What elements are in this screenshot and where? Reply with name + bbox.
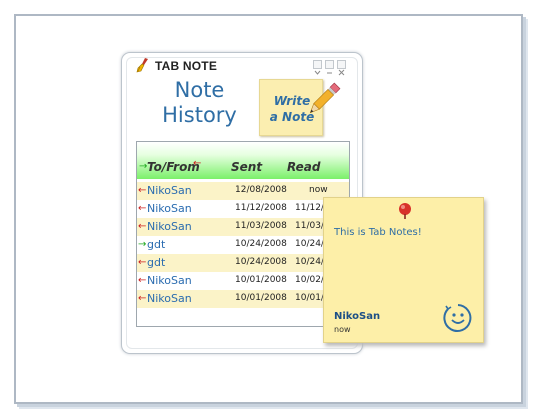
row-sent-date: 11/12/2008 xyxy=(235,203,287,213)
broom-icon xyxy=(136,58,148,73)
incoming-arrow-icon: ← xyxy=(138,221,147,232)
table-row[interactable]: ← NikoSan 10/01/2008 10/01/2 xyxy=(137,290,349,308)
smiley-icon[interactable] xyxy=(443,303,473,333)
row-sent-date: 10/24/2008 xyxy=(235,257,287,267)
incoming-arrow-icon: ← xyxy=(138,257,147,268)
minimize-icon xyxy=(327,72,332,74)
incoming-arrow-icon: ← xyxy=(138,293,147,304)
table-row[interactable]: ← NikoSan 11/12/2008 11/12/2 xyxy=(137,200,349,218)
incoming-arrow-icon: ← xyxy=(138,275,147,286)
chevron-down-icon xyxy=(314,70,321,75)
sticky-author: NikoSan xyxy=(334,311,381,322)
row-contact: NikoSan xyxy=(147,274,192,287)
row-sent-date: 10/24/2008 xyxy=(235,239,287,249)
app-title: TAB NOTE xyxy=(155,59,218,73)
close-icon xyxy=(338,69,345,76)
outgoing-arrow-icon: → xyxy=(138,239,147,250)
incoming-arrow-icon: ← xyxy=(193,158,202,169)
table-row[interactable]: → gdt 10/24/2008 10/24/2 xyxy=(137,236,349,254)
incoming-arrow-icon: ← xyxy=(138,203,147,214)
history-rows: ← NikoSan 12/08/2008 now ← NikoSan 11/12… xyxy=(137,182,349,308)
table-row[interactable]: ← NikoSan 11/03/2008 11/03/2 xyxy=(137,218,349,236)
incoming-arrow-icon: ← xyxy=(138,185,147,196)
list-header: → To/From ← Sent Read xyxy=(137,142,349,179)
row-sent-date: 10/01/2008 xyxy=(235,275,287,285)
row-read-date: now xyxy=(309,185,328,195)
sticky-timestamp: now xyxy=(334,325,351,334)
row-sent-date: 10/01/2008 xyxy=(235,293,287,303)
table-row[interactable]: ← NikoSan 12/08/2008 now xyxy=(137,182,349,200)
dropdown-button[interactable] xyxy=(313,60,322,75)
sticky-message: This is Tab Notes! xyxy=(334,227,422,238)
page-title-line2: History xyxy=(162,103,237,127)
column-header-to-from[interactable]: To/From xyxy=(147,160,200,174)
row-contact: gdt xyxy=(147,256,166,269)
table-row[interactable]: ← gdt 10/24/2008 10/24/2 xyxy=(137,254,349,272)
column-header-sent[interactable]: Sent xyxy=(231,160,262,174)
page-title-line1: Note xyxy=(174,78,225,102)
row-contact: gdt xyxy=(147,238,166,251)
row-sent-date: 12/08/2008 xyxy=(235,185,287,195)
pushpin-icon xyxy=(399,203,411,219)
table-row[interactable]: ← NikoSan 10/01/2008 10/02/2 xyxy=(137,272,349,290)
row-contact: NikoSan xyxy=(147,220,192,233)
page-title: Note History xyxy=(147,78,252,128)
note-history-list[interactable]: → To/From ← Sent Read ← NikoSan 12/08/20… xyxy=(136,141,350,327)
pencil-icon xyxy=(309,82,341,114)
row-sent-date: 11/03/2008 xyxy=(235,221,287,231)
row-contact: NikoSan xyxy=(147,184,192,197)
column-header-read[interactable]: Read xyxy=(287,160,320,174)
sticky-note[interactable]: This is Tab Notes! NikoSan now xyxy=(323,197,484,343)
close-button[interactable] xyxy=(337,60,346,76)
minimize-button[interactable] xyxy=(325,60,334,74)
row-contact: NikoSan xyxy=(147,202,192,215)
row-contact: NikoSan xyxy=(147,292,192,305)
